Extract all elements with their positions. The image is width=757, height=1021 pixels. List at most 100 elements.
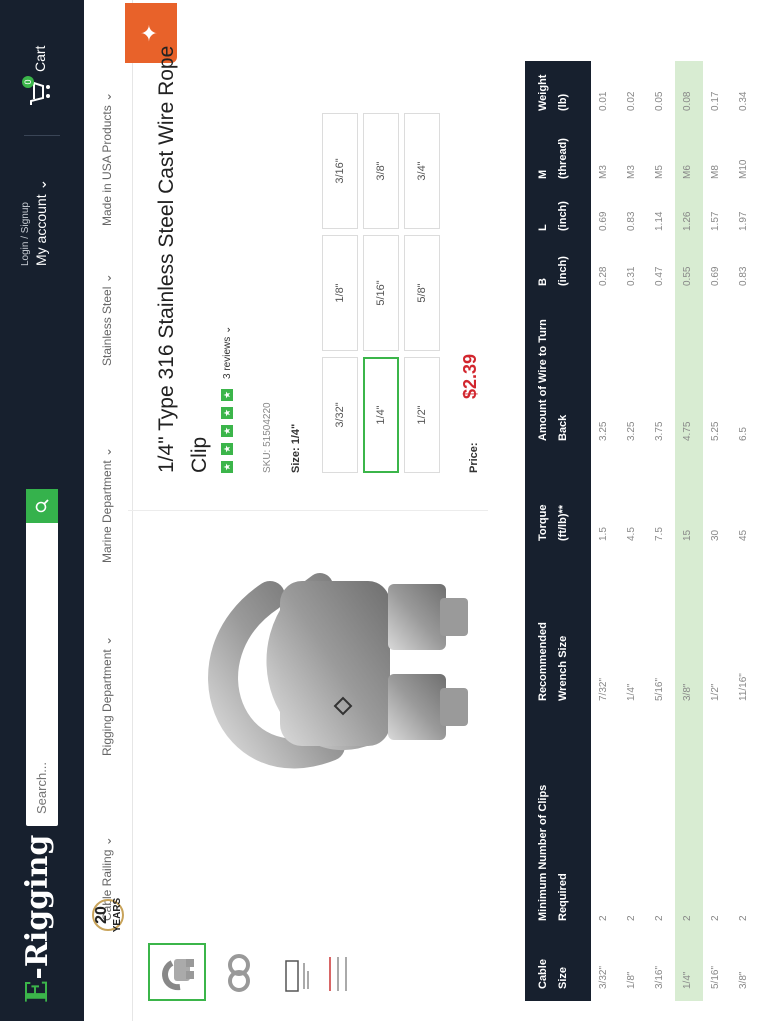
thumbnail-diagram[interactable]	[266, 943, 324, 1001]
rating[interactable]: ★ ★ ★ ★ ★ 3 reviews ⌄	[221, 326, 233, 473]
table-cell: 2	[626, 915, 637, 921]
thumbnail-spec-sheet[interactable]	[320, 943, 360, 1001]
table-cell: 1.26	[682, 211, 693, 231]
size-option[interactable]: 1/2"	[404, 357, 440, 473]
table-cell: 0.05	[654, 91, 665, 111]
my-account-label: My account ⌄	[33, 178, 49, 266]
spec-table-header: Cable Size Minimum Number of Clips Require…	[525, 61, 591, 1001]
table-row: 5/16" 2 1/2" 30 5.25 0.69 1.57 M8 0.17	[703, 61, 732, 1001]
search-input[interactable]	[33, 532, 50, 816]
table-cell: 4.75	[682, 421, 693, 441]
table-cell: 5.25	[710, 421, 721, 441]
20-years-badge: 20 YEARS	[90, 894, 130, 936]
table-row: 3/8" 2 11/16" 45 6.5 0.83 1.97 M10 0.34	[731, 61, 757, 1001]
main-nav: Cable Railing ⌄ Rigging Department ⌄ Mar…	[84, 0, 133, 1021]
size-option[interactable]: 5/8"	[404, 235, 440, 351]
column-header: B (inch)	[537, 256, 569, 286]
nav-item-rigging-department[interactable]: Rigging Department ⌄	[100, 636, 114, 756]
badge-number: 20	[93, 906, 110, 924]
table-cell: 0.08	[682, 91, 693, 111]
star-icon: ★	[221, 461, 233, 473]
table-cell: 0.02	[626, 91, 637, 111]
table-cell: 4.5	[626, 527, 637, 541]
thumbnail-product-front[interactable]	[148, 943, 206, 1001]
nav-item-made-in-usa[interactable]: Made in USA Products ⌄	[100, 92, 114, 226]
table-cell: 3/32"	[598, 965, 609, 989]
table-cell: 3.75	[654, 421, 665, 441]
star-icon: ★	[221, 407, 233, 419]
header-divider	[24, 135, 60, 136]
card-divider	[128, 510, 488, 511]
search-button[interactable]	[26, 489, 58, 523]
size-option[interactable]: 3/4"	[404, 113, 440, 229]
size-option-selected[interactable]: 1/4"	[363, 357, 399, 473]
table-cell: 1/8"	[626, 971, 637, 989]
chevron-down-icon: ⌄	[100, 446, 114, 457]
sku-text: SKU: 51504220	[262, 402, 273, 473]
table-cell: 30	[710, 529, 721, 541]
table-cell: M10	[738, 159, 749, 179]
table-cell: 1/2"	[710, 683, 721, 701]
search-box	[26, 489, 58, 826]
star-icon: ★	[221, 443, 233, 455]
table-cell: 0.47	[654, 266, 665, 286]
table-cell: 0.01	[598, 91, 609, 111]
nav-item-marine-department[interactable]: Marine Department ⌄	[100, 447, 114, 563]
chevron-down-icon: ⌄	[33, 178, 49, 191]
table-cell: 2	[654, 915, 665, 921]
badge-text: YEARS	[112, 897, 123, 933]
cart-label: Cart	[32, 45, 48, 72]
table-cell: 15	[682, 529, 693, 541]
column-header: Cable Size	[537, 959, 569, 989]
size-option[interactable]: 3/16"	[322, 113, 358, 229]
column-header: M (thread)	[537, 138, 569, 179]
size-option[interactable]: 3/32"	[322, 357, 358, 473]
table-cell: 6.5	[738, 427, 749, 441]
column-header: L (inch)	[537, 201, 569, 231]
table-cell: 1.57	[710, 211, 721, 231]
search-icon	[35, 499, 49, 513]
reviews-link[interactable]: 3 reviews ⌄	[222, 326, 233, 379]
table-cell: 3.25	[598, 421, 609, 441]
table-row: 3/16" 2 5/16" 7.5 3.75 0.47 1.14 M5 0.05	[647, 61, 676, 1001]
size-option[interactable]: 5/16"	[363, 235, 399, 351]
size-option[interactable]: 3/8"	[363, 113, 399, 229]
table-cell: 0.55	[682, 266, 693, 286]
table-cell: 0.28	[598, 266, 609, 286]
thumbnail-gallery	[148, 881, 347, 1001]
size-option[interactable]: 1/8"	[322, 235, 358, 351]
table-cell: 2	[682, 915, 693, 921]
table-row: 1/8" 2 1/4" 4.5 3.25 0.31 0.83 M3 0.02	[619, 61, 648, 1001]
table-cell: 0.34	[738, 91, 749, 111]
column-header: Minimum Number of Clips Required	[537, 784, 569, 921]
table-cell: 11/16"	[738, 673, 749, 701]
table-cell: 3.25	[626, 421, 637, 441]
star-icon: ★	[221, 425, 233, 437]
size-label: Size: 1/4"	[290, 423, 302, 473]
rotated-page: E-Rigging Login / Signup My account ⌄ 0 …	[0, 0, 757, 1021]
site-logo[interactable]: E-Rigging	[20, 835, 55, 1003]
table-cell: 0.83	[626, 211, 637, 231]
chevron-down-icon: ⌄	[100, 91, 114, 102]
account-menu[interactable]: Login / Signup My account ⌄	[20, 179, 50, 266]
product-title: 1/4" Type 316 Stainless Steel Cast Wire …	[155, 45, 211, 473]
cart-count-badge: 0	[22, 76, 34, 88]
main-product-image[interactable]	[140, 516, 480, 826]
chevron-down-icon: ⌄	[100, 273, 114, 284]
table-cell: 3/8"	[738, 971, 749, 989]
table-cell: 5/16"	[710, 965, 721, 989]
column-header: Torque (ft/lb)**	[537, 504, 569, 541]
star-icon: ★	[221, 389, 233, 401]
login-signup-label: Login / Signup	[20, 202, 31, 266]
table-cell: M5	[654, 165, 665, 179]
table-cell: 3/8"	[682, 683, 693, 701]
table-cell: 0.17	[710, 91, 721, 111]
table-cell: 45	[738, 529, 749, 541]
nav-item-stainless-steel[interactable]: Stainless Steel ⌄	[100, 273, 114, 366]
table-cell: 7.5	[654, 527, 665, 541]
thumbnail-product-top[interactable]	[212, 943, 270, 1001]
table-cell: M3	[598, 165, 609, 179]
table-cell: 0.31	[626, 266, 637, 286]
cart-button[interactable]: 0 Cart	[22, 45, 52, 106]
table-cell: 2	[598, 915, 609, 921]
